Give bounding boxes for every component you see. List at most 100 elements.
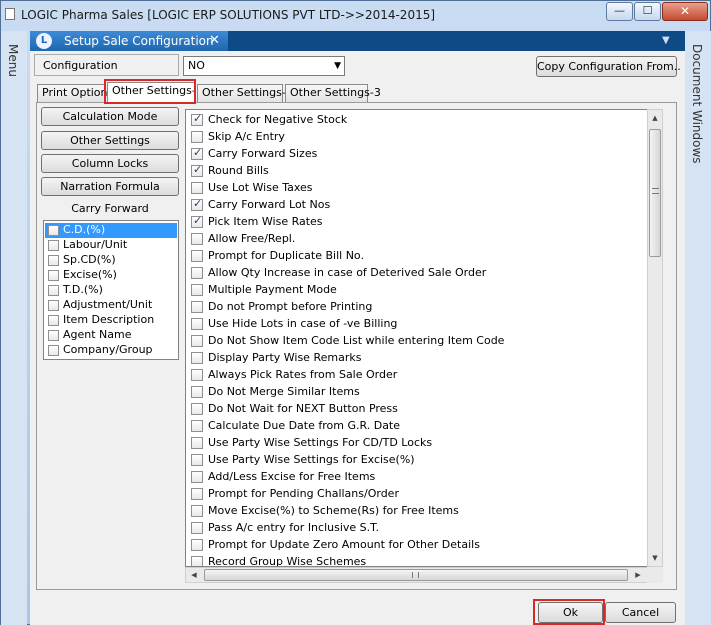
checkbox[interactable] — [48, 240, 59, 251]
list-item[interactable]: Item Description — [45, 313, 177, 328]
other-settings-button[interactable]: Other Settings — [41, 131, 179, 150]
checkbox[interactable] — [191, 488, 203, 500]
checkbox[interactable] — [191, 284, 203, 296]
document-tab-setup-sale-configuration[interactable]: L Setup Sale Configuration ✕ — [30, 31, 228, 51]
checkbox[interactable] — [191, 539, 203, 551]
checkbox[interactable] — [48, 270, 59, 281]
checkbox[interactable] — [191, 131, 203, 143]
maximize-icon: ☐ — [642, 4, 653, 17]
scrollbar-corner — [647, 567, 663, 583]
setting-label: Display Party Wise Remarks — [208, 351, 362, 364]
minimize-button[interactable]: — — [606, 2, 633, 21]
checkbox[interactable] — [191, 301, 203, 313]
copy-configuration-button[interactable]: Copy Configuration From.. — [536, 56, 681, 77]
tab-other-settings-3[interactable]: Other Settings-3 — [285, 84, 381, 102]
list-item[interactable]: Company/Group — [45, 343, 177, 358]
close-button[interactable]: ✕ — [662, 2, 708, 21]
app-window: LOGIC Pharma Sales [LOGIC ERP SOLUTIONS … — [0, 0, 711, 625]
checkbox[interactable] — [191, 146, 203, 160]
checkbox[interactable] — [191, 250, 203, 262]
list-item[interactable]: Excise(%) — [45, 268, 177, 283]
scroll-down-icon[interactable]: ▼ — [648, 550, 662, 566]
checkbox[interactable] — [191, 369, 203, 381]
checkbox[interactable] — [191, 556, 203, 566]
tab-other-settings-2[interactable]: Other Settings-2 — [197, 84, 293, 102]
setting-label: Use Hide Lots in case of -ve Billing — [208, 317, 398, 330]
checkbox[interactable] — [48, 255, 59, 266]
checkbox[interactable] — [191, 352, 203, 364]
carry-forward-list[interactable]: C.D.(%) Labour/Unit Sp.CD(%) Excise(%) T… — [43, 220, 179, 360]
checkbox[interactable] — [191, 182, 203, 194]
tab-highlight-annotation — [104, 79, 196, 104]
checkbox[interactable] — [191, 267, 203, 279]
scroll-left-icon[interactable]: ◀ — [186, 568, 202, 582]
list-item-label: Excise(%) — [63, 268, 117, 281]
list-item[interactable]: Adjustment/Unit — [45, 298, 177, 313]
grip-icon — [652, 188, 659, 194]
narration-formula-button[interactable]: Narration Formula — [41, 177, 179, 196]
checkbox[interactable] — [191, 403, 203, 415]
calculation-mode-button[interactable]: Calculation Mode — [41, 107, 179, 126]
list-item-label: C.D.(%) — [63, 223, 106, 236]
setting-label: Prompt for Pending Challans/Order — [208, 487, 399, 500]
setting-label: Prompt for Duplicate Bill No. — [208, 249, 364, 262]
vertical-scrollbar[interactable]: ▲ ▼ — [647, 109, 663, 567]
cancel-button[interactable]: Cancel — [605, 602, 676, 623]
horizontal-scroll-thumb[interactable] — [204, 569, 628, 581]
vertical-scroll-thumb[interactable] — [649, 129, 661, 257]
checkbox[interactable] — [191, 233, 203, 245]
carry-forward-label: Carry Forward — [71, 202, 149, 215]
checkbox[interactable] — [191, 112, 203, 126]
checkbox[interactable] — [191, 522, 203, 534]
checkbox[interactable] — [191, 386, 203, 398]
list-item[interactable]: Agent Name — [45, 328, 177, 343]
checkbox[interactable] — [191, 335, 203, 347]
checkbox[interactable] — [191, 454, 203, 466]
minimize-icon: — — [614, 4, 625, 17]
column-locks-button[interactable]: Column Locks — [41, 154, 179, 173]
title-bar[interactable]: LOGIC Pharma Sales [LOGIC ERP SOLUTIONS … — [1, 1, 710, 30]
grip-icon — [412, 572, 419, 578]
checkbox[interactable] — [48, 225, 59, 236]
checkbox[interactable] — [48, 300, 59, 311]
checkbox[interactable] — [191, 214, 203, 228]
configuration-select[interactable]: NO ▼ — [183, 56, 345, 76]
maximize-button[interactable]: ☐ — [634, 2, 661, 21]
list-item[interactable]: C.D.(%) — [45, 223, 177, 238]
close-icon: ✕ — [679, 4, 691, 18]
tab-overflow-icon[interactable]: ▼ — [662, 35, 670, 46]
settings-checklist[interactable]: Check for Negative Stock Skip A/c Entry Ca… — [185, 109, 663, 567]
document-windows-label[interactable]: Document Windows — [690, 44, 704, 164]
checkbox[interactable] — [191, 437, 203, 449]
checkbox[interactable] — [191, 197, 203, 211]
checkbox[interactable] — [191, 420, 203, 432]
scroll-up-icon[interactable]: ▲ — [648, 110, 662, 126]
checkbox[interactable] — [191, 505, 203, 517]
configuration-label: Configuration — [43, 59, 118, 72]
checkbox[interactable] — [191, 471, 203, 483]
setting-label: Multiple Payment Mode — [208, 283, 337, 296]
setting-label: Carry Forward Sizes — [208, 147, 318, 160]
setting-label: Round Bills — [208, 164, 269, 177]
scroll-right-icon[interactable]: ▶ — [630, 568, 646, 582]
document-tab-close-icon[interactable]: ✕ — [209, 33, 220, 48]
list-item[interactable]: T.D.(%) — [45, 283, 177, 298]
setting-label: Record Group Wise Schemes — [208, 555, 367, 567]
checkbox[interactable] — [48, 345, 59, 356]
checkbox[interactable] — [191, 318, 203, 330]
menu-label[interactable]: Menu — [6, 44, 20, 77]
setting-label: Prompt for Update Zero Amount for Other … — [208, 538, 480, 551]
checkbox[interactable] — [48, 330, 59, 341]
checkbox[interactable] — [48, 315, 59, 326]
setting-label: Allow Qty Increase in case of Deterived … — [208, 266, 487, 279]
tab-print-options[interactable]: Print Options — [37, 84, 113, 102]
menu-sidebar[interactable] — [1, 31, 27, 625]
checkbox[interactable] — [191, 163, 203, 177]
horizontal-scrollbar[interactable]: ◀ ▶ — [185, 567, 663, 583]
list-item[interactable]: Labour/Unit — [45, 238, 177, 253]
list-item-label: T.D.(%) — [63, 283, 103, 296]
setting-label: Use Lot Wise Taxes — [208, 181, 313, 194]
checkbox[interactable] — [48, 285, 59, 296]
setting-label: Allow Free/Repl. — [208, 232, 296, 245]
list-item[interactable]: Sp.CD(%) — [45, 253, 177, 268]
